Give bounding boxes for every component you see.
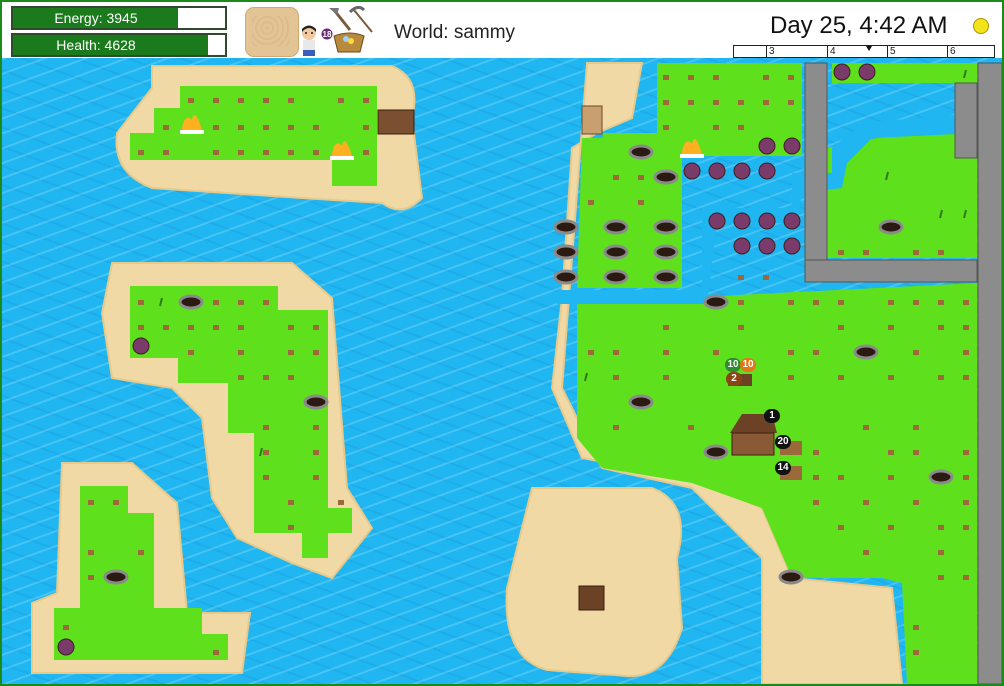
item-count-badge: 1	[764, 409, 780, 423]
current-time-marker	[866, 46, 872, 51]
game-map[interactable]: 10 10 2 1 20 14	[2, 58, 1002, 684]
timeline-tick-3: 3	[766, 46, 775, 57]
day-time: Day 25, 4:42 AM	[770, 12, 948, 39]
time-of-day-timeline: 3 4 5 6	[733, 45, 995, 58]
timeline-tick-4: 4	[827, 46, 836, 57]
world-map-scroll-icon[interactable]	[245, 7, 299, 57]
inventory-count-badge: 18	[323, 30, 332, 39]
energy-bar: Energy: 3945	[11, 6, 227, 30]
hud: Energy: 3945 Health: 4628 18 World: samm…	[2, 2, 1002, 58]
item-count-badge: 20	[775, 435, 791, 449]
timeline-tick-5: 5	[887, 46, 896, 57]
game-frame: Energy: 3945 Health: 4628 18 World: samm…	[0, 0, 1004, 686]
item-count-badge: 10	[725, 358, 741, 372]
timeline-tick-6: 6	[947, 46, 956, 57]
item-count-badge: 2	[726, 372, 742, 386]
terrain-layer	[31, 62, 1002, 684]
health-label: Health: 4628	[56, 37, 136, 53]
energy-label: Energy: 3945	[54, 10, 138, 26]
item-count-badge: 14	[775, 461, 791, 475]
world-name: World: sammy	[394, 22, 516, 43]
health-bar: Health: 4628	[11, 33, 227, 57]
item-count-badge: 10	[740, 358, 756, 372]
sun-icon	[973, 18, 989, 34]
tools-inventory-icon[interactable]: 18	[320, 6, 378, 56]
